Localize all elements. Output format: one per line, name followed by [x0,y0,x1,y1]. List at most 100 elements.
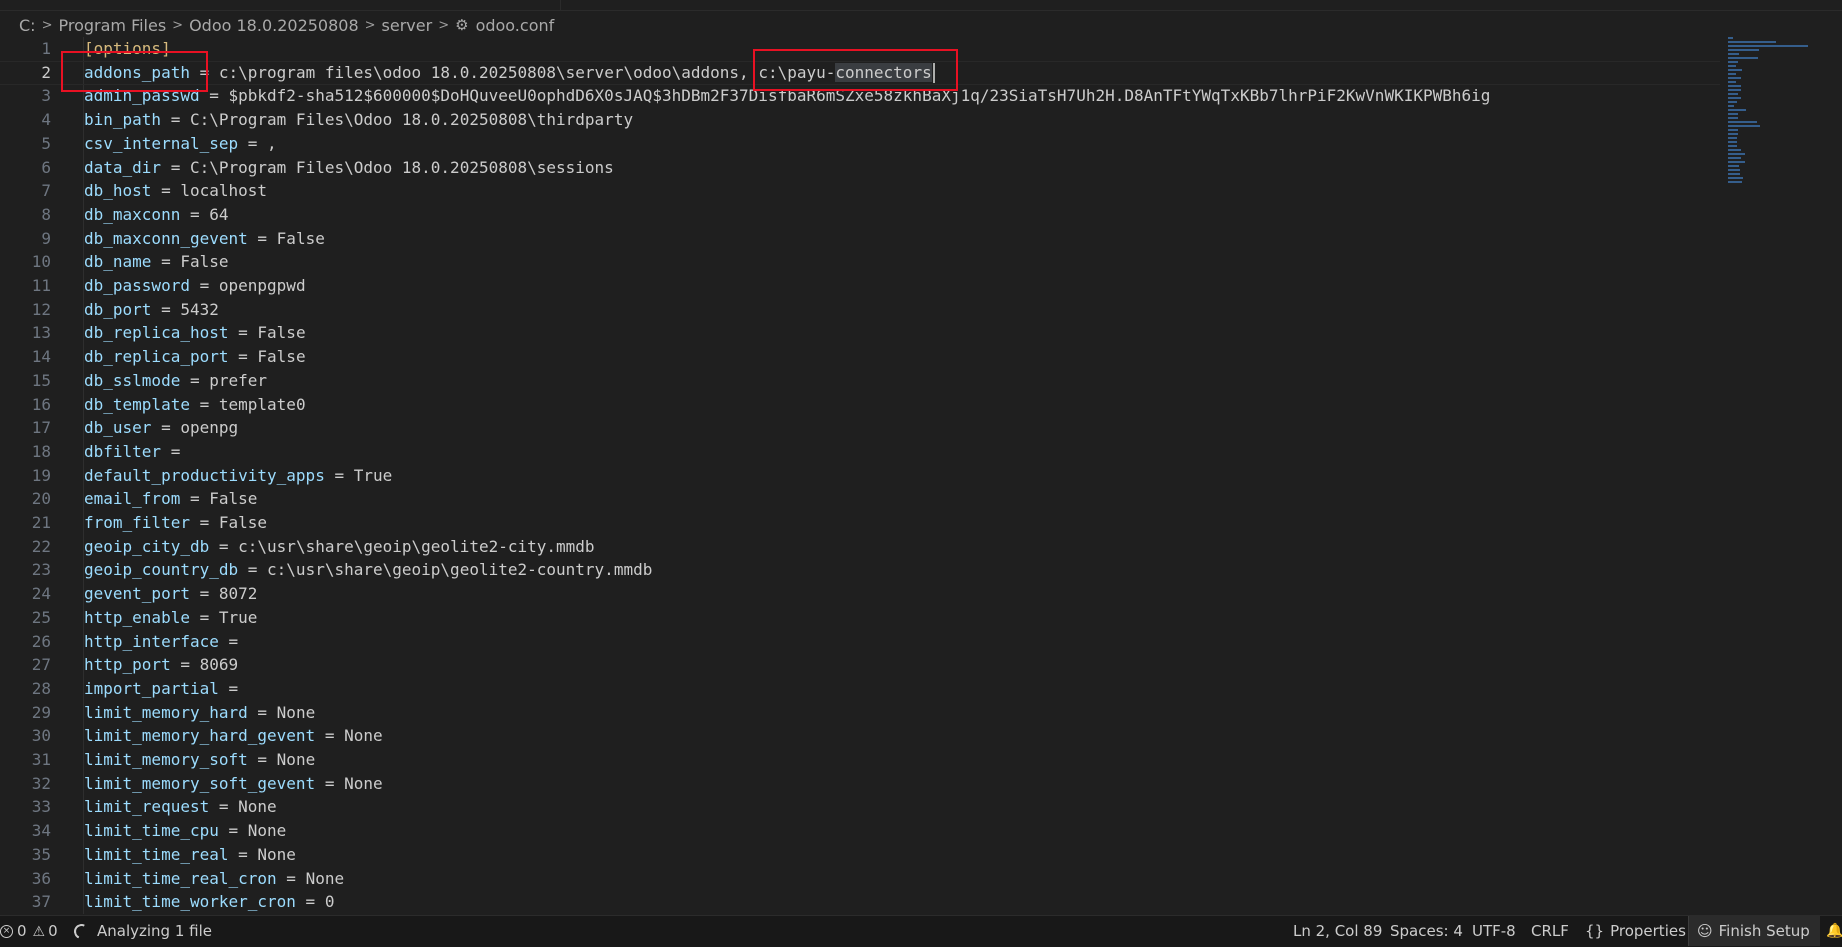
code-line[interactable]: 31 limit_memory_soft = None [0,748,1720,772]
code-line[interactable]: 24 gevent_port = 8072 [0,582,1720,606]
code-line[interactable]: 35 limit_time_real = None [0,843,1720,867]
breadcrumb-odoo-folder[interactable]: Odoo 18.0.20250808 [189,16,359,35]
code-line[interactable]: 10 db_name = False [0,250,1720,274]
code-line[interactable]: 26 http_interface = [0,630,1720,654]
line-content: limit_time_cpu = None [84,819,286,843]
line-number: 22 [31,536,51,556]
line-number: 26 [31,631,51,651]
equals-sign: = [180,489,210,509]
line-number: 11 [31,276,51,295]
error-icon: × [0,925,13,938]
minimap-line [1728,93,1739,95]
minimap-line [1728,149,1742,151]
minimap-line [1728,109,1746,111]
language-mode[interactable]: {} Properties [1585,916,1686,946]
equals-sign: = [161,441,181,461]
cursor-position[interactable]: Ln 2, Col 89 [1293,916,1382,946]
eol-setting[interactable]: CRLF [1531,916,1569,946]
line-number: 6 [41,157,51,177]
equals-sign: = [189,607,219,627]
code-line[interactable]: 19 default_productivity_apps = True [0,464,1720,488]
chevron-right-icon: > [41,17,53,33]
status-bar: × 0 ⚠ 0 Analyzing 1 file Ln 2, Col 89 Space… [0,915,1842,947]
config-key: limit_memory_soft [84,750,248,769]
code-line[interactable]: 4 bin_path = C:\Program Files\Odoo 18.0.2… [0,108,1720,132]
minimap-line [1728,113,1738,115]
line-number: 28 [31,678,51,698]
code-line[interactable]: 21 from_filter = False [0,511,1720,535]
code-line[interactable]: 13 db_replica_host = False [0,321,1720,345]
bell-icon[interactable]: 🔔 [1826,916,1842,946]
breadcrumb-drive[interactable]: C: [19,16,36,35]
line-number: 7 [41,181,51,201]
code-line[interactable]: 15 db_sslmode = prefer [0,369,1720,393]
code-line[interactable]: 5 csv_internal_sep = , [0,132,1720,156]
analyzing-indicator[interactable]: Analyzing 1 file [71,916,212,946]
code-line[interactable]: 14 db_replica_port = False [0,345,1720,369]
minimap-line [1728,101,1737,103]
config-value: False [276,228,325,248]
code-line[interactable]: 9 db_maxconn_gevent = False [0,227,1720,251]
minimap-line [1728,145,1737,147]
code-line[interactable]: 11 db_password = openpgpwd [0,274,1720,298]
line-number: 8 [41,204,51,224]
line-number: 17 [31,418,51,438]
minimap[interactable] [1728,37,1828,187]
code-line[interactable]: 16 db_template = template0 [0,393,1720,417]
code-line[interactable]: 36 limit_time_real_cron = None [0,867,1720,891]
code-line[interactable]: 20 email_from = False [0,487,1720,511]
code-line[interactable]: 37 limit_time_worker_cron = 0 [0,890,1720,914]
config-key: limit_memory_soft_gevent [84,773,316,793]
code-line[interactable]: 32 limit_memory_soft_gevent = None [0,772,1720,796]
code-line[interactable]: 1 [options] [0,37,1720,61]
code-line[interactable]: 12 db_port = 5432 [0,298,1720,322]
code-line[interactable]: 7 db_host = localhost [0,179,1720,203]
breadcrumb-server[interactable]: server [382,16,433,35]
minimap-line [1728,81,1736,83]
line-content: limit_memory_hard_gevent = None [84,724,383,748]
line-content: [options] [84,37,171,61]
loading-spinner-icon [71,921,92,942]
code-line[interactable]: 33 limit_request = None [0,795,1720,819]
code-line[interactable]: 17 db_user = openpg [0,416,1720,440]
vertical-scrollbar[interactable] [1828,37,1842,914]
line-number: 32 [31,773,51,793]
code-line[interactable]: 22 geoip_city_db = c:\usr\share\geoip\geo… [0,535,1720,559]
config-key: limit_time_worker_cron [84,892,296,912]
config-value: None [247,821,287,841]
config-key: http_interface [84,631,219,651]
error-count: 0 [17,922,27,940]
line-content: db_maxconn = 64 [84,203,229,227]
line-content: db_sslmode = prefer [84,369,267,393]
copilot-icon: ☺ [1697,922,1713,940]
code-line[interactable]: 8 db_maxconn = 64 [0,203,1720,227]
encoding-setting[interactable]: UTF-8 [1472,916,1516,946]
line-number: 33 [31,797,51,817]
breadcrumb-program-files[interactable]: Program Files [58,16,166,35]
breadcrumb-file[interactable]: odoo.conf [476,16,555,35]
config-key: db_replica_host [84,323,229,343]
config-key: http_enable [84,607,190,627]
code-line[interactable]: 23 geoip_country_db = c:\usr\share\geoip\… [0,558,1720,582]
line-number: 15 [31,370,51,390]
code-line[interactable]: 30 limit_memory_hard_gevent = None [0,724,1720,748]
code-line[interactable]: 29 limit_memory_hard = None [0,701,1720,725]
problems-indicator[interactable]: × 0 ⚠ 0 [0,916,58,946]
minimap-line [1728,153,1746,155]
code-line[interactable]: 2 addons_path = c:\program files\odoo 18.… [0,60,1720,85]
line-content: limit_memory_soft_gevent = None [84,772,383,796]
code-line[interactable]: 28 import_partial = [0,677,1720,701]
chevron-right-icon: > [438,17,450,33]
code-line[interactable]: 3 admin_passwd = $pbkdf2-sha512$600000$Do… [0,84,1720,108]
code-line[interactable]: 18 dbfilter = [0,440,1720,464]
code-editor[interactable]: 1 [options] 2 addons_path = c:\program file… [0,37,1842,914]
code-line[interactable]: 34 limit_time_cpu = None [0,819,1720,843]
code-line[interactable]: 27 http_port = 8069 [0,653,1720,677]
equals-sign: = [151,252,181,272]
line-number: 10 [31,252,51,272]
config-key: default_productivity_apps [84,465,325,485]
code-line[interactable]: 25 http_enable = True [0,606,1720,630]
indentation-setting[interactable]: Spaces: 4 [1390,916,1463,946]
finish-setup-button[interactable]: ☺ Finish Setup [1688,916,1820,946]
code-line[interactable]: 6 data_dir = C:\Program Files\Odoo 18.0.2… [0,156,1720,180]
